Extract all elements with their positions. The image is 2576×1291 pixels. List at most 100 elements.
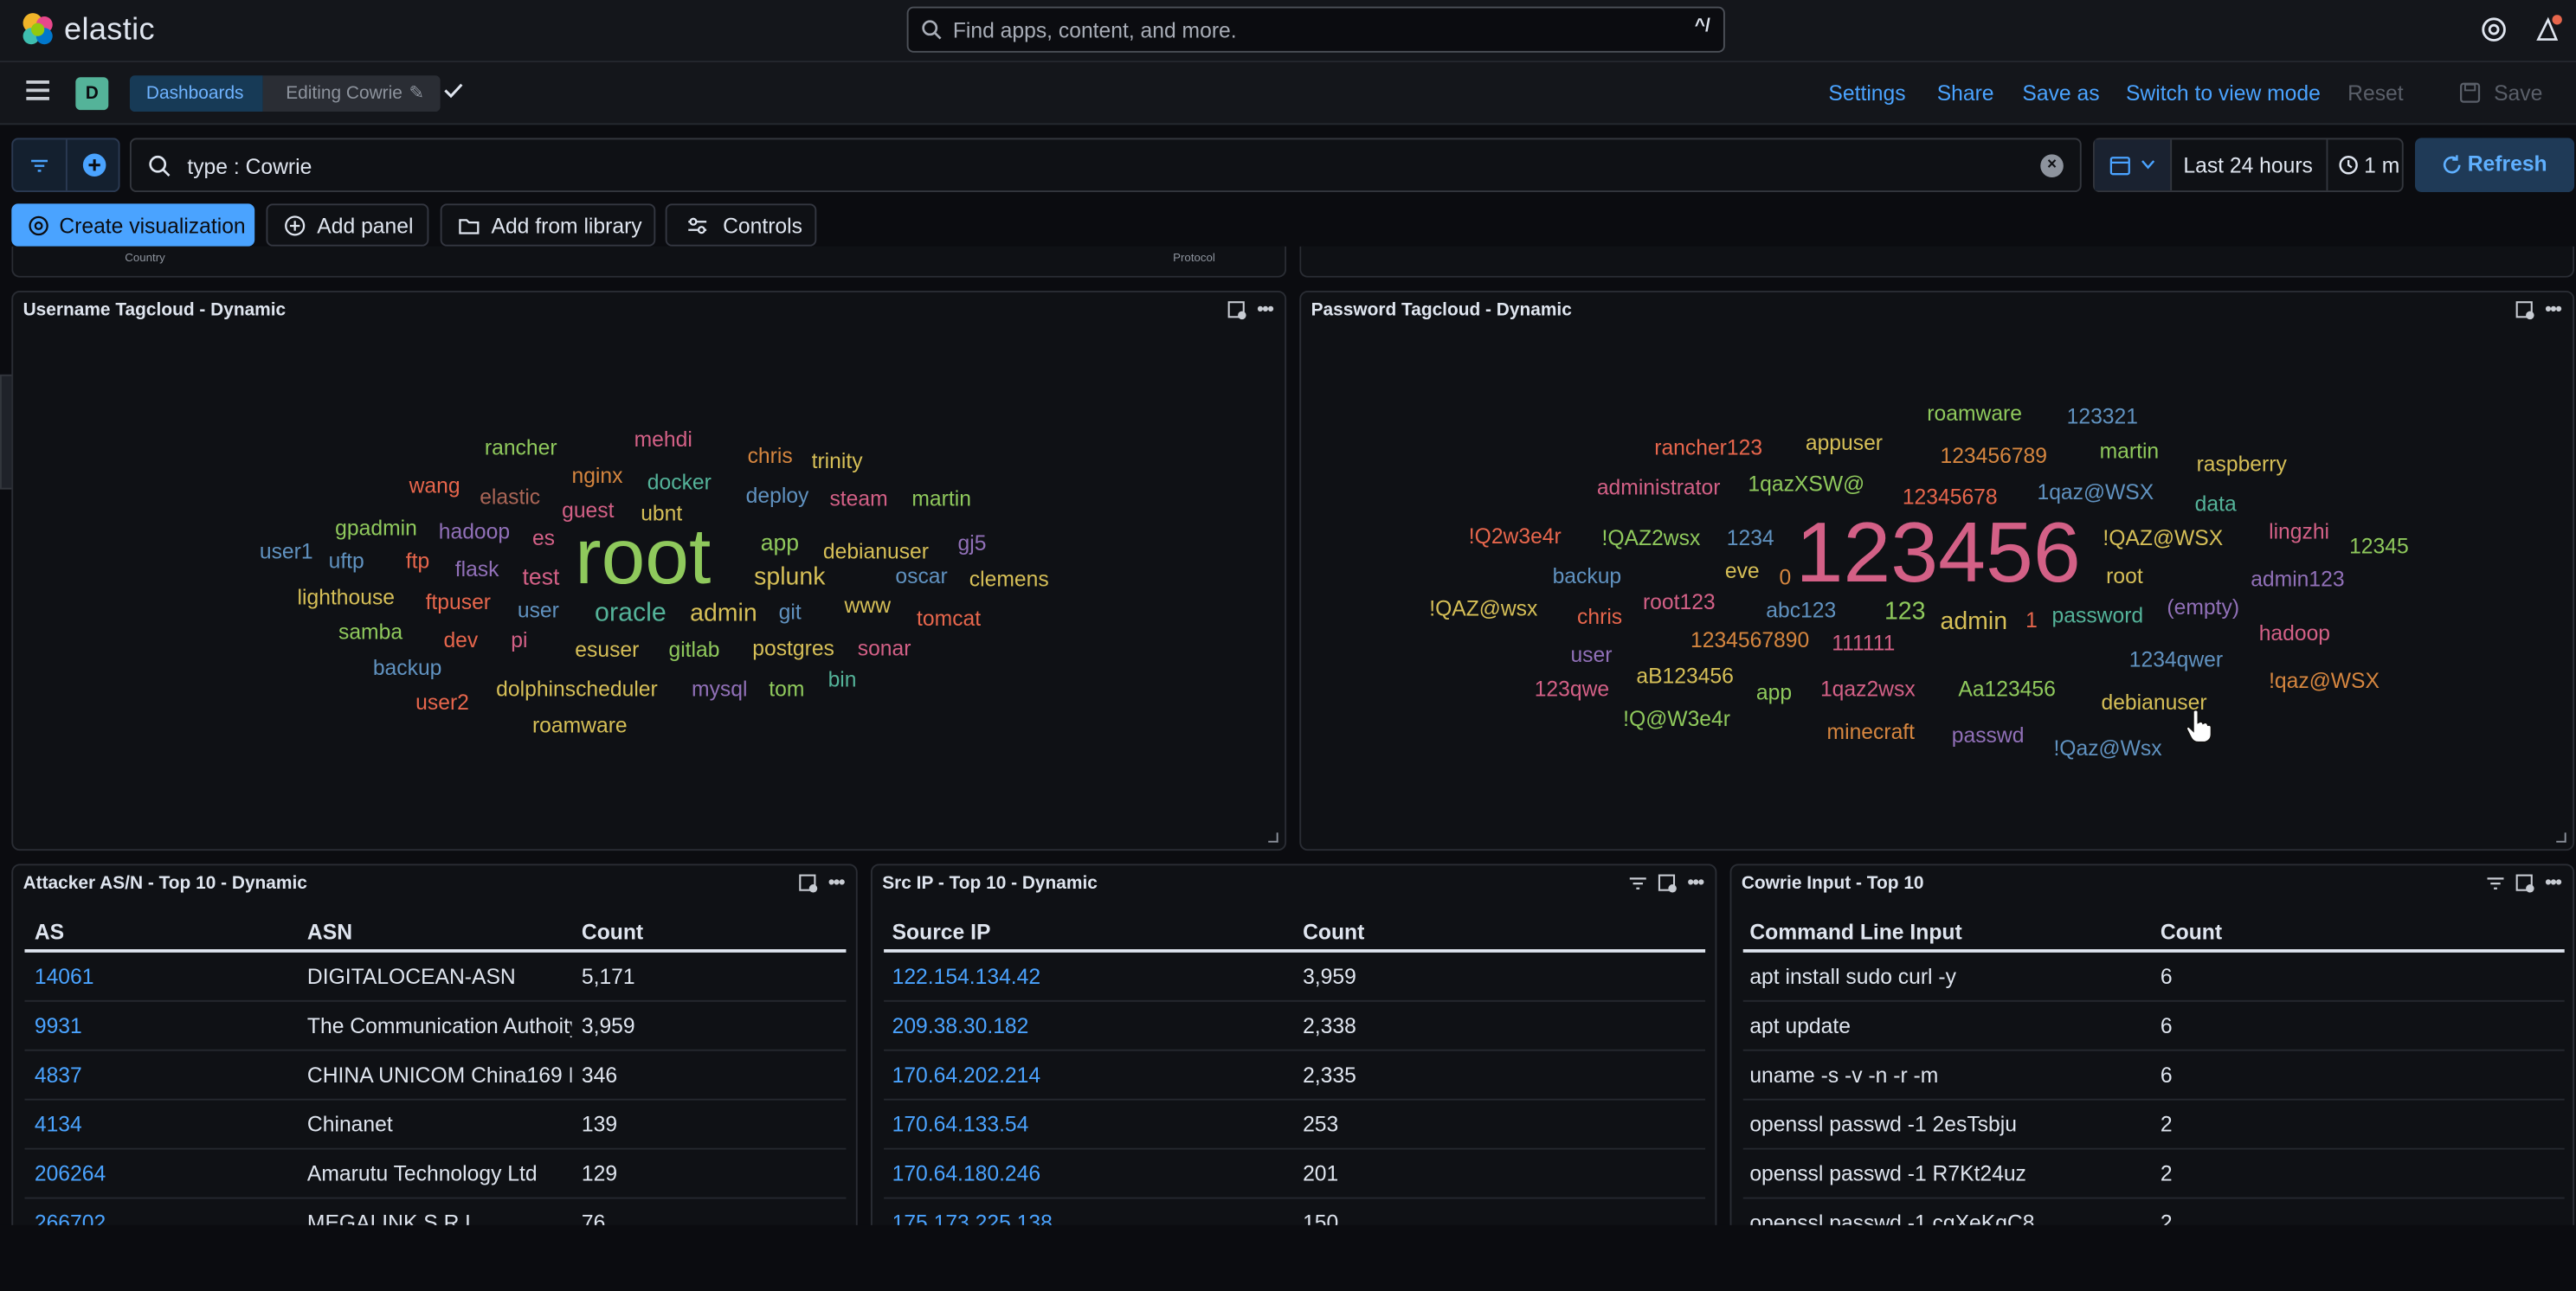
password-tag[interactable]: app [1756, 682, 1792, 703]
query-input[interactable]: type : Cowrie × [129, 138, 2082, 193]
password-tag[interactable]: raspberry [2197, 453, 2287, 475]
password-tag[interactable]: appuser [1806, 432, 1883, 453]
resize-handle-icon[interactable] [1268, 832, 1278, 843]
filter-controls[interactable] [11, 138, 120, 193]
username-tag[interactable]: esuser [575, 639, 639, 660]
username-tag[interactable]: ftpuser [426, 591, 491, 613]
settings-link[interactable]: Settings [1828, 80, 1905, 105]
password-tag[interactable]: root [2106, 565, 2143, 587]
password-tag[interactable]: user [1570, 644, 1612, 665]
password-tag[interactable]: 111111 [1832, 633, 1895, 654]
username-tag[interactable]: clemens [969, 568, 1049, 590]
password-tag[interactable]: admin [1940, 609, 2007, 633]
username-tag[interactable]: mysql [692, 678, 747, 700]
username-tag[interactable]: mehdi [634, 428, 692, 450]
password-tag[interactable]: Aa123456 [1958, 678, 2056, 700]
checkmark-icon[interactable] [442, 79, 466, 102]
username-tag[interactable]: martin [911, 488, 971, 510]
table-cell[interactable]: 170.64.133.54 [892, 1112, 1293, 1136]
table-cell[interactable]: 170.64.202.214 [892, 1063, 1293, 1087]
password-tag[interactable]: 12345 [2349, 536, 2409, 557]
add-filter-icon[interactable] [82, 153, 106, 177]
column-header[interactable]: AS [35, 920, 64, 944]
username-tag[interactable]: user2 [415, 691, 469, 713]
password-tag[interactable]: (empty) [2167, 596, 2239, 618]
username-tag[interactable]: nginx [571, 465, 622, 486]
table-cell[interactable]: 4134 [35, 1112, 298, 1136]
menu-icon[interactable] [26, 80, 49, 100]
switch-view-mode-link[interactable]: Switch to view mode [2126, 80, 2321, 105]
table-cell[interactable]: 175.173.225.138 [892, 1211, 1293, 1225]
time-picker[interactable]: Last 24 hours 1 m [2093, 138, 2404, 193]
column-header[interactable]: Command Line Input [1749, 920, 1961, 944]
password-tag[interactable]: 1234qwer [2129, 649, 2223, 671]
table-cell[interactable]: 122.154.134.42 [892, 964, 1293, 988]
password-tag[interactable]: 1 [2025, 609, 2038, 631]
username-tag[interactable]: tomcat [917, 607, 981, 629]
password-tag[interactable]: !QAZ@wsx [1429, 598, 1537, 620]
username-tag[interactable]: ftp [406, 550, 429, 572]
username-tag[interactable]: dev [443, 629, 478, 651]
password-tag[interactable]: 12345678 [1903, 486, 1998, 508]
table-cell[interactable]: 14061 [35, 964, 298, 988]
password-tag[interactable]: !Q2w3e4r [1469, 525, 1562, 547]
create-visualization-button[interactable]: Create visualization [11, 203, 255, 247]
table-cell[interactable]: 266702 [35, 1211, 298, 1225]
username-tag[interactable]: hadoop [439, 521, 510, 543]
table-cell[interactable]: 4837 [35, 1063, 298, 1087]
password-tag[interactable]: lingzhi [2269, 521, 2329, 543]
username-tag[interactable]: oscar [895, 565, 947, 587]
username-tag[interactable]: backup [373, 657, 442, 678]
elastic-logo-icon[interactable] [20, 11, 56, 48]
resize-handle-icon[interactable] [2556, 832, 2566, 843]
space-avatar[interactable]: D [75, 77, 109, 111]
query-text[interactable]: type : Cowrie [187, 154, 312, 178]
username-tag[interactable]: steam [829, 488, 887, 510]
password-tag[interactable]: 123456 [1795, 511, 2080, 596]
share-link[interactable]: Share [1937, 80, 1994, 105]
add-from-library-button[interactable]: Add from library [440, 203, 656, 247]
username-tag[interactable]: rancher [485, 437, 557, 459]
breadcrumb-dashboards[interactable]: Dashboards [129, 75, 264, 112]
username-tag[interactable]: postgres [752, 637, 834, 658]
password-tag[interactable]: 123qwe [1535, 678, 1609, 700]
table-cell[interactable]: 206264 [35, 1161, 298, 1185]
controls-button[interactable]: Controls [665, 203, 817, 247]
srcip-table-panel[interactable]: Src IP - Top 10 - Dynamic ••• Source IP C… [870, 864, 1717, 1225]
time-range-label[interactable]: Last 24 hours [2183, 153, 2313, 177]
password-tag[interactable]: 1234567890 [1690, 629, 1809, 651]
username-tag[interactable]: www [845, 594, 891, 616]
column-header[interactable]: ASN [307, 920, 352, 944]
password-tag[interactable]: !QAZ2wsx [1602, 527, 1701, 549]
password-tag[interactable]: abc123 [1766, 600, 1836, 621]
table-cell[interactable]: 9931 [35, 1013, 298, 1037]
save-button[interactable]: Save [2494, 80, 2542, 105]
password-tag[interactable]: roamware [1927, 402, 2022, 424]
save-as-link[interactable]: Save as [2022, 80, 2099, 105]
username-tag[interactable]: admin [690, 601, 757, 626]
auto-refresh-icon[interactable] [2338, 154, 2360, 176]
add-panel-button[interactable]: Add panel [266, 203, 429, 247]
username-tag[interactable]: trinity [812, 450, 863, 472]
pencil-icon[interactable]: ✎ [409, 84, 423, 104]
global-search[interactable]: Find apps, content, and more. ^/ [906, 6, 1725, 53]
column-header[interactable]: Count [1303, 920, 1364, 944]
calendar-icon[interactable] [2109, 154, 2131, 176]
chevron-down-icon[interactable] [2141, 159, 2155, 170]
refresh-interval[interactable]: 1 m [2364, 153, 2399, 177]
password-tag[interactable]: eve [1725, 560, 1760, 581]
username-tag[interactable]: user1 [260, 540, 313, 562]
clear-query-icon[interactable]: × [2040, 154, 2064, 177]
password-tag[interactable]: !Q@W3e4r [1623, 708, 1730, 729]
password-tag[interactable]: 123321 [2067, 406, 2138, 427]
password-tag[interactable]: backup [1553, 565, 1622, 587]
brand-name[interactable]: elastic [64, 13, 155, 49]
auto-refresh[interactable]: 1 m [2326, 139, 2404, 191]
password-tag[interactable]: 1qaz2wsx [1820, 678, 1916, 700]
password-tag[interactable]: 1234 [1727, 527, 1774, 549]
password-tag[interactable]: root123 [1643, 591, 1716, 613]
username-tag[interactable]: debianuser [823, 540, 929, 562]
username-tag[interactable]: git [779, 601, 802, 623]
column-header[interactable]: Count [2161, 920, 2222, 944]
password-tag[interactable]: minecraft [1827, 721, 1915, 742]
